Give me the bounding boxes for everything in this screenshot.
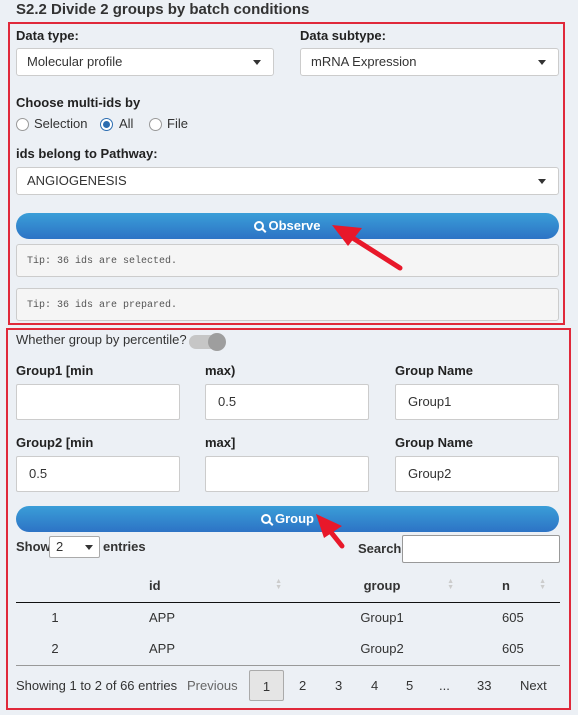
radio-file-label: File [167,116,188,131]
data-subtype-label: Data subtype: [300,28,386,43]
table-row: 1 APP Group1 605 [16,602,560,633]
group2-min-label: Group2 [min [16,435,94,450]
group2-name-label: Group Name [395,435,474,450]
pagination-page-4[interactable]: 4 [371,670,378,701]
data-type-select[interactable]: Molecular profile [16,48,274,76]
group1-min-label: Group1 [min [16,363,94,378]
pathway-label: ids belong to Pathway: [16,146,158,161]
observe-button[interactable]: Observe [16,213,559,239]
data-subtype-select[interactable]: mRNA Expression [300,48,559,76]
sort-icon: ▲ ▼ [275,578,282,591]
group1-name-label: Group Name [395,363,474,378]
pagination-page-1[interactable]: 1 [249,670,284,701]
table-cell: Group2 [360,641,404,656]
chevron-down-icon [538,179,546,184]
pagination-page-2[interactable]: 2 [299,670,306,701]
table-bottom-border [16,665,560,666]
pagination-page-5[interactable]: 5 [406,670,413,701]
column-header-group[interactable]: group ▲ ▼ [296,569,468,603]
multi-ids-label: Choose multi-ids by [16,95,141,110]
pagination-previous[interactable]: Previous [187,670,238,701]
radio-all-label: All [119,116,134,131]
group1-name-input[interactable]: Group1 [395,384,559,420]
group2-max-input[interactable] [205,456,369,492]
group-button-label: Group [275,511,314,526]
group-button[interactable]: Group [16,506,559,532]
tip-prepared: Tip: 36 ids are prepared. [16,288,559,321]
tip-selected: Tip: 36 ids are selected. [16,244,559,277]
page-title: S2.2 Divide 2 groups by batch conditions [16,1,310,18]
search-icon [254,221,265,231]
sort-icon: ▲ ▼ [539,578,546,591]
percentile-label: Whether group by percentile? [16,332,187,347]
observe-button-label: Observe [268,218,321,233]
group1-min-input[interactable] [16,384,180,420]
entries-select-value: 2 [56,539,64,554]
percentile-toggle[interactable] [189,333,226,351]
radio-all[interactable] [100,118,113,131]
radio-file[interactable] [149,118,162,131]
search-icon [261,514,271,524]
chevron-down-icon [85,545,93,550]
data-type-label: Data type: [16,28,79,43]
table-cell: 605 [502,610,524,626]
column-header-n[interactable]: n ▲ ▼ [468,569,560,603]
table-cell: 605 [502,641,524,656]
table-cell: 1 [51,610,59,626]
column-header-id[interactable]: id ▲ ▼ [94,569,296,603]
annotation-arrow [332,225,403,271]
table-cell: Group1 [360,610,404,626]
pagination-next[interactable]: Next [520,670,547,701]
show-label: Show [16,539,51,554]
table-cell: 2 [51,641,59,656]
sort-icon: ▲ ▼ [447,578,454,591]
column-header-index[interactable] [16,569,94,603]
group2-min-input[interactable]: 0.5 [16,456,180,492]
group2-max-label: max] [205,435,236,450]
chevron-down-icon [253,60,261,65]
data-subtype-value: mRNA Expression [311,54,417,69]
results-table: id ▲ ▼ group ▲ ▼ n ▲ ▼ 1 APP Group1 605 2 APP … [16,569,560,664]
radio-selection-label: Selection [34,116,88,131]
annotation-arrow [316,514,345,549]
table-row: 2 APP Group2 605 [16,633,560,664]
entries-label: entries [103,539,146,554]
pathway-select[interactable]: ANGIOGENESIS [16,167,559,195]
entries-select[interactable]: 2 [49,536,100,558]
table-cell: APP [149,610,176,626]
table-header-row: id ▲ ▼ group ▲ ▼ n ▲ ▼ [16,569,560,603]
radio-selection[interactable] [16,118,29,131]
pathway-value: ANGIOGENESIS [27,173,127,188]
group1-max-input[interactable]: 0.5 [205,384,369,420]
data-type-value: Molecular profile [27,54,123,69]
group2-name-input[interactable]: Group2 [395,456,559,492]
group1-max-label: max) [205,363,236,378]
pagination-ellipsis: ... [439,678,450,693]
table-cell: APP [149,641,176,656]
table-search-input[interactable] [402,535,560,563]
chevron-down-icon [538,60,546,65]
table-info: Showing 1 to 2 of 66 entries [16,678,178,693]
search-label: Search: [358,541,406,556]
pagination-page-33[interactable]: 33 [477,670,491,701]
pagination-page-3[interactable]: 3 [335,670,342,701]
